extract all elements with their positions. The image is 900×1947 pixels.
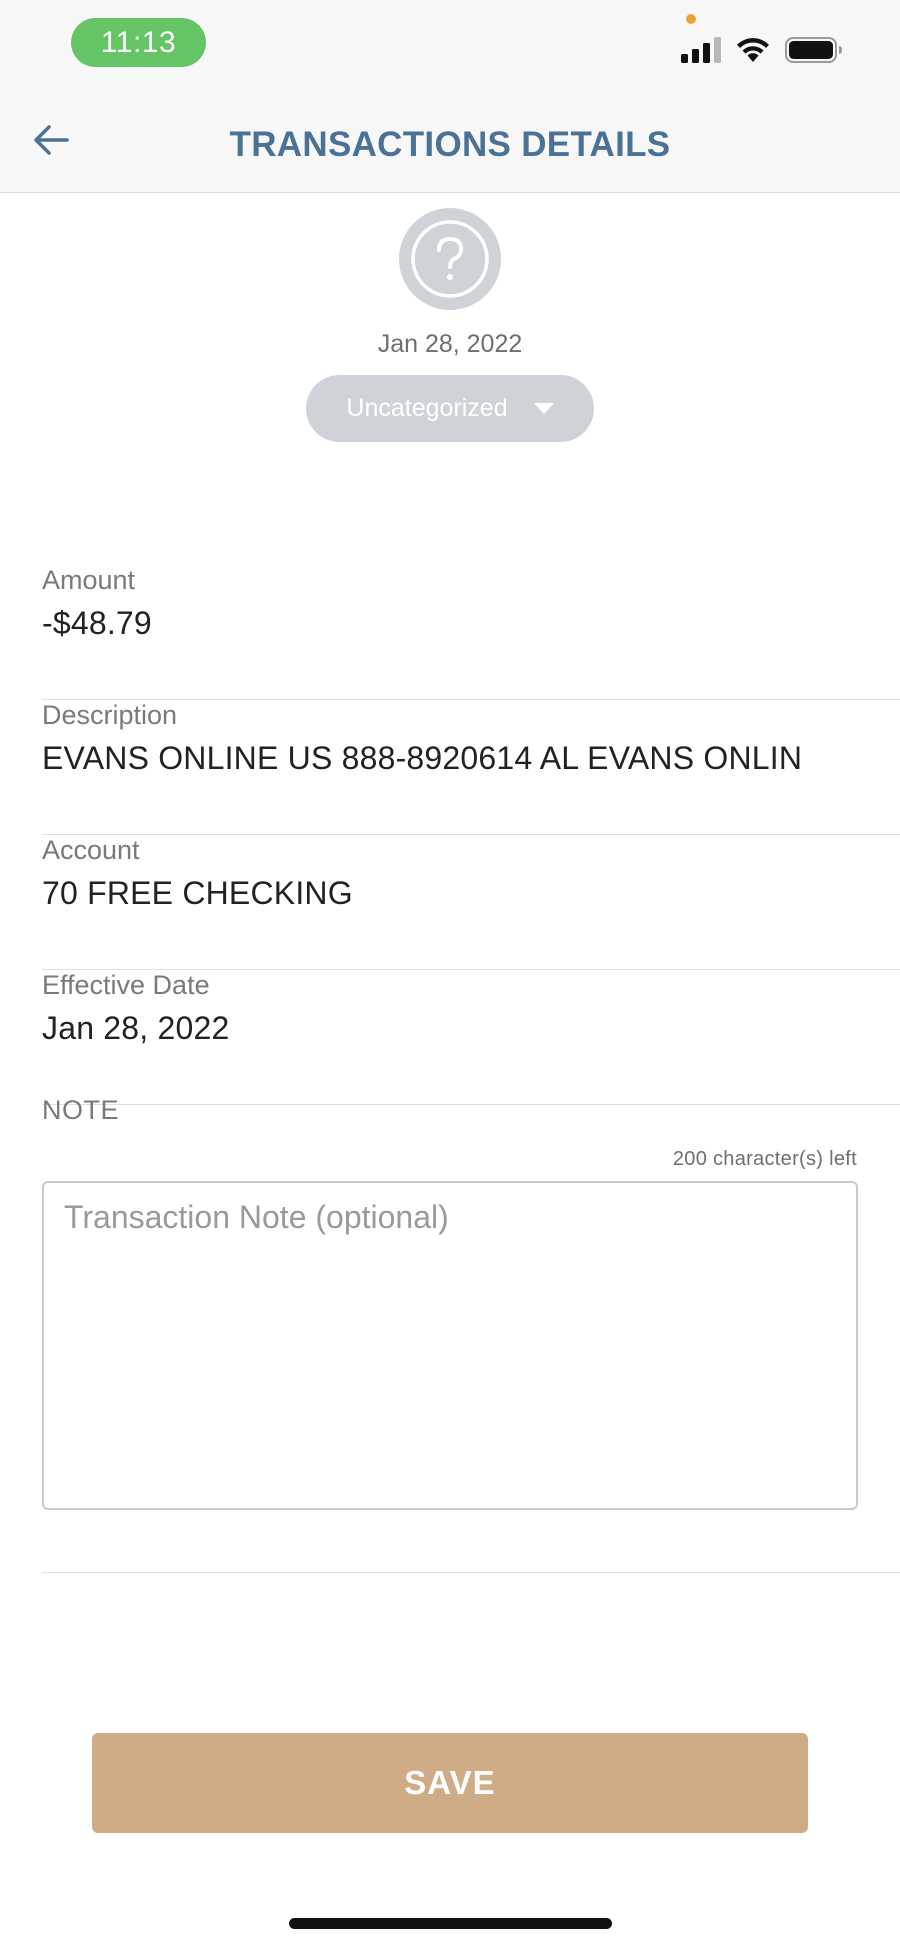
amount-field: Amount -$48.79 — [42, 565, 900, 700]
status-bar: 11:13 — [0, 0, 900, 95]
category-dropdown[interactable]: Uncategorized — [306, 375, 594, 442]
page-title: TRANSACTIONS DETAILS — [229, 125, 671, 164]
description-value: EVANS ONLINE US 888-8920614 AL EVANS ONL… — [42, 740, 803, 776]
category-label: Uncategorized — [346, 394, 508, 422]
effective-date-field: Effective Date Jan 28, 2022 — [42, 970, 900, 1105]
character-counter: 200 character(s) left — [672, 1148, 857, 1170]
wifi-icon — [737, 38, 769, 62]
description-field: Description EVANS ONLINE US 888-8920614 … — [42, 700, 900, 835]
privacy-indicator-dot — [686, 14, 696, 24]
divider — [42, 1572, 900, 1573]
home-indicator[interactable] — [289, 1918, 612, 1929]
amount-label: Amount — [42, 565, 136, 595]
chevron-down-icon — [533, 403, 554, 414]
cellular-signal-icon — [681, 37, 721, 63]
account-value: 70 FREE CHECKING — [42, 875, 353, 911]
note-label: NOTE — [42, 1095, 120, 1125]
transaction-date: Jan 28, 2022 — [377, 330, 523, 358]
amount-value: -$48.79 — [42, 605, 152, 641]
account-field: Account 70 FREE CHECKING — [42, 835, 900, 970]
question-mark-icon — [411, 220, 489, 298]
category-icon — [399, 208, 501, 310]
description-label: Description — [42, 700, 178, 730]
effective-date-label: Effective Date — [42, 970, 210, 1000]
account-label: Account — [42, 835, 140, 865]
save-button[interactable]: SAVE — [92, 1733, 808, 1833]
navigation-header: TRANSACTIONS DETAILS — [0, 95, 900, 193]
effective-date-value: Jan 28, 2022 — [42, 1010, 230, 1046]
status-time: 11:13 — [71, 18, 206, 67]
transaction-note-input[interactable] — [42, 1181, 858, 1510]
battery-icon — [785, 37, 842, 63]
